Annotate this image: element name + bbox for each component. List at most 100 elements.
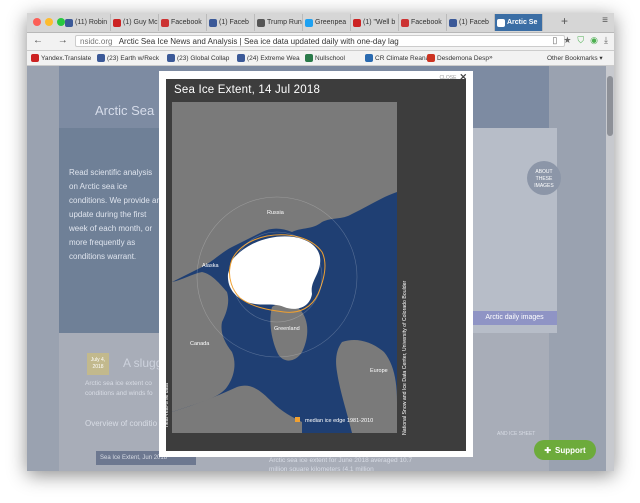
bookmark-icon: [31, 54, 39, 62]
site-title: Arctic Sea: [95, 103, 155, 118]
shield-icon[interactable]: ⛉: [577, 35, 584, 46]
tab-favicon-icon: [161, 18, 169, 27]
tab-label: Trump Run: [267, 19, 302, 26]
reader-icon[interactable]: ▯: [552, 35, 557, 46]
bookmark-label: Nullschool: [315, 54, 345, 62]
bookmark-icon: [305, 54, 313, 62]
url-title: Arctic Sea Ice News and Analysis | Sea i…: [118, 37, 399, 46]
address-bar-row: ← → ⟳ nsidc.org Arctic Sea Ice News and …: [27, 33, 614, 51]
legend-swatch: [295, 417, 300, 422]
support-icon: ✚: [544, 445, 552, 455]
date-badge-text: July 4, 2018: [90, 357, 106, 370]
download-icon[interactable]: ⤓: [604, 35, 608, 46]
bookmark-item[interactable]: Nullschool: [305, 54, 345, 62]
browser-tab[interactable]: Trump Run: [255, 14, 303, 31]
tab-label: (11) Robin: [75, 19, 108, 26]
tab-label: Arctic Se: [507, 19, 538, 26]
label-alaska: Alaska: [202, 263, 219, 269]
tab-label: Facebook: [411, 19, 442, 26]
scrollbar[interactable]: [606, 66, 614, 471]
bookmark-icon: [365, 54, 373, 62]
side-figure: [472, 128, 557, 333]
about-images-badge[interactable]: ABOUT THESE IMAGES: [527, 161, 561, 195]
tab-favicon-icon: [257, 18, 265, 27]
bookmark-icon: [237, 54, 245, 62]
credit-label: National Snow and Ice Data Center, Unive…: [402, 280, 408, 435]
tab-label: (1) Faceb: [459, 19, 489, 26]
bookmark-item[interactable]: (23) Global Collap: [167, 54, 229, 62]
tab-label: (1) "Well b: [363, 19, 396, 26]
image-lightbox: CLOSE ✕ Sea Ice Extent, 14 Jul 2018 Russ…: [159, 71, 473, 457]
tab-favicon-icon: [209, 18, 217, 27]
tab-bar: (11) Robin (1) Guy Mc Facebook (1) Faceb Tru…: [27, 13, 614, 33]
url-field[interactable]: nsidc.org Arctic Sea Ice News and Analys…: [75, 35, 565, 47]
bookmark-label: (24) Extreme Wea: [247, 54, 300, 62]
bookmark-label: (23) Global Collap: [177, 54, 230, 62]
bookmark-label: Desdemona Desp: [437, 54, 490, 62]
label-russia: Russia: [267, 210, 285, 216]
tab-label: Facebook: [171, 19, 202, 26]
june-summary: Arctic sea ice extent for June 2018 aver…: [269, 457, 413, 471]
other-bookmarks[interactable]: Other Bookmarks ▾: [547, 54, 603, 62]
browser-tab[interactable]: (11) Robin: [63, 14, 111, 31]
browser-menu-icon[interactable]: ≡: [602, 15, 608, 26]
bookmark-icon: [427, 54, 435, 62]
browser-tab[interactable]: (1) Faceb: [207, 14, 255, 31]
ice-sheet-label: AND ICE SHEET: [497, 431, 536, 437]
legend-label: median ice edge 1981-2010: [305, 418, 373, 424]
browser-tab[interactable]: Facebook: [159, 14, 207, 31]
scrollbar-thumb[interactable]: [607, 76, 613, 136]
bookmark-item[interactable]: (23) Earth w/Reck: [97, 54, 159, 62]
bookmark-item[interactable]: (24) Extreme Wea: [237, 54, 300, 62]
bookmark-item[interactable]: Yandex.Translate: [31, 54, 91, 62]
bookmark-item[interactable]: CR Climate Reanaly: [365, 54, 434, 62]
browser-tab[interactable]: (1) Faceb: [447, 14, 495, 31]
browser-tab[interactable]: Facebook: [399, 14, 447, 31]
figure-title: Sea Ice Extent, 14 Jul 2018: [174, 84, 321, 96]
support-button[interactable]: ✚ Support: [534, 440, 596, 460]
tab-favicon-icon: [305, 18, 313, 27]
browser-tab[interactable]: Greenpea: [303, 14, 351, 31]
bookmark-label: Yandex.Translate: [41, 54, 92, 62]
browser-tab[interactable]: Arctic Se: [495, 14, 543, 31]
label-europe: Europe: [370, 368, 388, 374]
nrt-text: near-real-time data: [164, 383, 170, 427]
bookmark-icon: [97, 54, 105, 62]
date-badge: July 4, 2018: [87, 353, 109, 375]
tab-favicon-icon: [353, 18, 361, 27]
bookmark-label: (23) Earth w/Reck: [107, 54, 160, 62]
overview-heading: Overview of conditio: [85, 419, 158, 428]
toolbar-icons: ▯ ★ ⛉ ◉ ⤓: [552, 35, 608, 46]
support-label: Support: [555, 445, 586, 455]
label-canada: Canada: [190, 341, 210, 347]
tab-favicon-icon: [113, 18, 121, 27]
url-host: nsidc.org: [80, 37, 113, 46]
browser-tab[interactable]: (1) "Well b: [351, 14, 399, 31]
minimize-window-icon[interactable]: [45, 18, 53, 26]
tab-label: (1) Faceb: [219, 19, 249, 26]
star-icon[interactable]: ★: [563, 35, 571, 46]
window-controls: [33, 18, 65, 26]
about-images-label: ABOUT THESE IMAGES: [534, 169, 554, 189]
sea-ice-map: Russia Alaska Canada Greenland Europe me…: [172, 102, 397, 433]
post-excerpt: Arctic sea ice extent co conditions and …: [85, 380, 153, 397]
tab-favicon-icon: [497, 18, 505, 27]
browser-tab[interactable]: (1) Guy Mc: [111, 14, 159, 31]
page-viewport: Arctic Sea Read scientific analysis on A…: [27, 66, 614, 471]
browser-window: (11) Robin (1) Guy Mc Facebook (1) Faceb Tru…: [27, 13, 614, 471]
tab-favicon-icon: [401, 18, 409, 27]
daily-images-link[interactable]: Arctic daily images: [472, 311, 557, 325]
tab-strip: (11) Robin (1) Guy Mc Facebook (1) Faceb Tru…: [63, 14, 543, 31]
tab-favicon-icon: [449, 18, 457, 27]
sea-ice-figure: Sea Ice Extent, 14 Jul 2018 Russia Alask…: [164, 79, 466, 451]
intro-text: Read scientific analysis on Arctic sea i…: [69, 168, 161, 261]
new-tab-button[interactable]: +: [561, 14, 568, 28]
label-greenland: Greenland: [274, 326, 300, 332]
bookmarks-bar: » Other Bookmarks ▾ Yandex.Translate (23)…: [27, 51, 614, 66]
extension-icon[interactable]: ◉: [590, 35, 598, 46]
close-window-icon[interactable]: [33, 18, 41, 26]
tab-label: (1) Guy Mc: [123, 19, 158, 26]
credit-text: National Snow and Ice Data Center, Unive…: [402, 280, 408, 435]
bookmark-item[interactable]: Desdemona Desp: [427, 54, 489, 62]
bookmarks-more[interactable]: »: [489, 54, 493, 61]
